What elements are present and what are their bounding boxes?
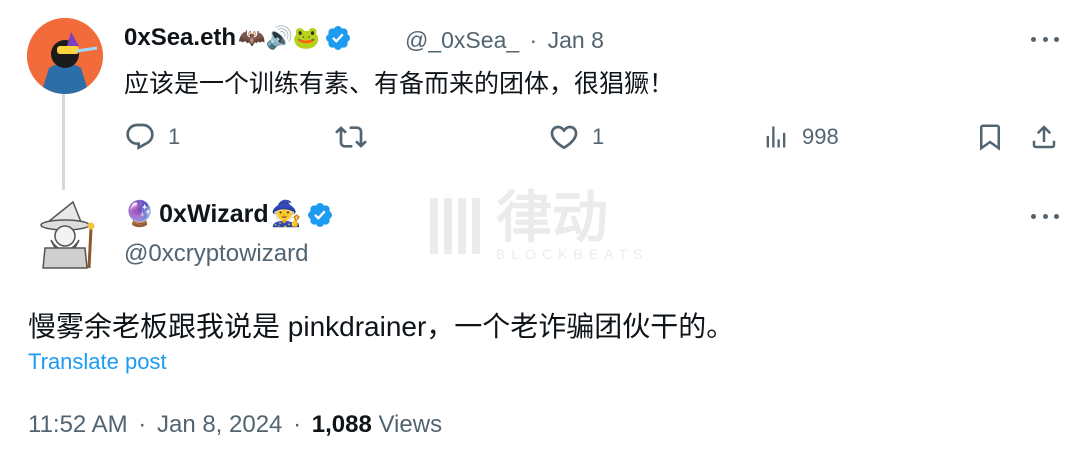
- wizard-emoji: 🧙: [270, 200, 302, 228]
- view-count: 998: [802, 124, 839, 149]
- views-button[interactable]: 998: [762, 121, 839, 153]
- dot-icon: [1042, 36, 1048, 42]
- watermark: 律动 BLOCKBEATS: [430, 190, 648, 262]
- comment-icon: [126, 123, 154, 150]
- reply-handle-date: @_0xSea_ · Jan 8: [405, 27, 604, 54]
- more-options-button[interactable]: [1031, 34, 1059, 44]
- views-label: Views: [378, 411, 443, 438]
- views-count: 1,088: [311, 411, 372, 438]
- analytics-icon: [766, 126, 786, 148]
- dot-icon: [1042, 213, 1048, 219]
- share-button[interactable]: [1029, 121, 1059, 153]
- handle[interactable]: @0xcryptowizard: [124, 240, 308, 268]
- verified-badge-icon: [326, 26, 351, 50]
- tweet-metadata: 11:52 AM · Jan 8, 2024 · 1,088 Views: [28, 411, 442, 439]
- thread-connector-line: [62, 94, 65, 190]
- reply-author-name[interactable]: 0xSea.eth 🦇🔊🐸: [124, 24, 352, 52]
- reply-count: 1: [168, 124, 181, 149]
- separator: ·: [529, 27, 538, 53]
- more-options-button[interactable]: [1031, 211, 1059, 221]
- reply-text: 应该是一个训练有素、有备而来的团体，很猖獗！: [124, 70, 675, 98]
- separator: ·: [138, 411, 147, 438]
- like-count: 1: [592, 124, 605, 149]
- display-name[interactable]: 0xWizard: [159, 200, 269, 229]
- dot-icon: [1054, 213, 1059, 219]
- separator: ·: [293, 411, 302, 438]
- handle[interactable]: @_0xSea_: [405, 27, 519, 53]
- verified-badge-icon: [307, 202, 332, 227]
- watermark-subtext: BLOCKBEATS: [496, 246, 649, 262]
- post-date[interactable]: Jan 8: [548, 27, 604, 53]
- bookmark-button[interactable]: [975, 121, 1005, 153]
- name-emojis: 🦇🔊🐸: [238, 25, 321, 50]
- tweet-text: 慢雾余老板跟我说是 pinkdrainer，一个老诈骗团伙干的。: [28, 311, 735, 342]
- bookmark-icon: [980, 124, 1000, 151]
- crystal-ball-emoji: 🔮: [124, 200, 156, 228]
- tweet-author-name[interactable]: 🔮 0xWizard 🧙: [124, 200, 334, 229]
- avatar[interactable]: [27, 18, 103, 94]
- share-icon: [1032, 125, 1056, 149]
- repost-icon: [335, 126, 367, 148]
- post-date[interactable]: Jan 8, 2024: [157, 411, 282, 438]
- display-name[interactable]: 0xSea.eth: [124, 24, 236, 52]
- heart-icon: [550, 125, 578, 150]
- dot-icon: [1031, 36, 1036, 42]
- dot-icon: [1054, 36, 1059, 42]
- avatar-illustration-icon: [27, 18, 103, 94]
- dot-icon: [1031, 213, 1036, 219]
- reply-button[interactable]: 1: [124, 121, 180, 153]
- avatar[interactable]: [33, 198, 101, 270]
- post-time[interactable]: 11:52 AM: [28, 411, 128, 438]
- wizard-avatar-icon: [40, 200, 95, 269]
- watermark-text: 律动: [496, 186, 608, 249]
- repost-button[interactable]: [334, 121, 380, 153]
- like-button[interactable]: 1: [548, 121, 604, 153]
- translate-post-link[interactable]: Translate post: [28, 349, 167, 375]
- watermark-logo-icon: [430, 198, 480, 254]
